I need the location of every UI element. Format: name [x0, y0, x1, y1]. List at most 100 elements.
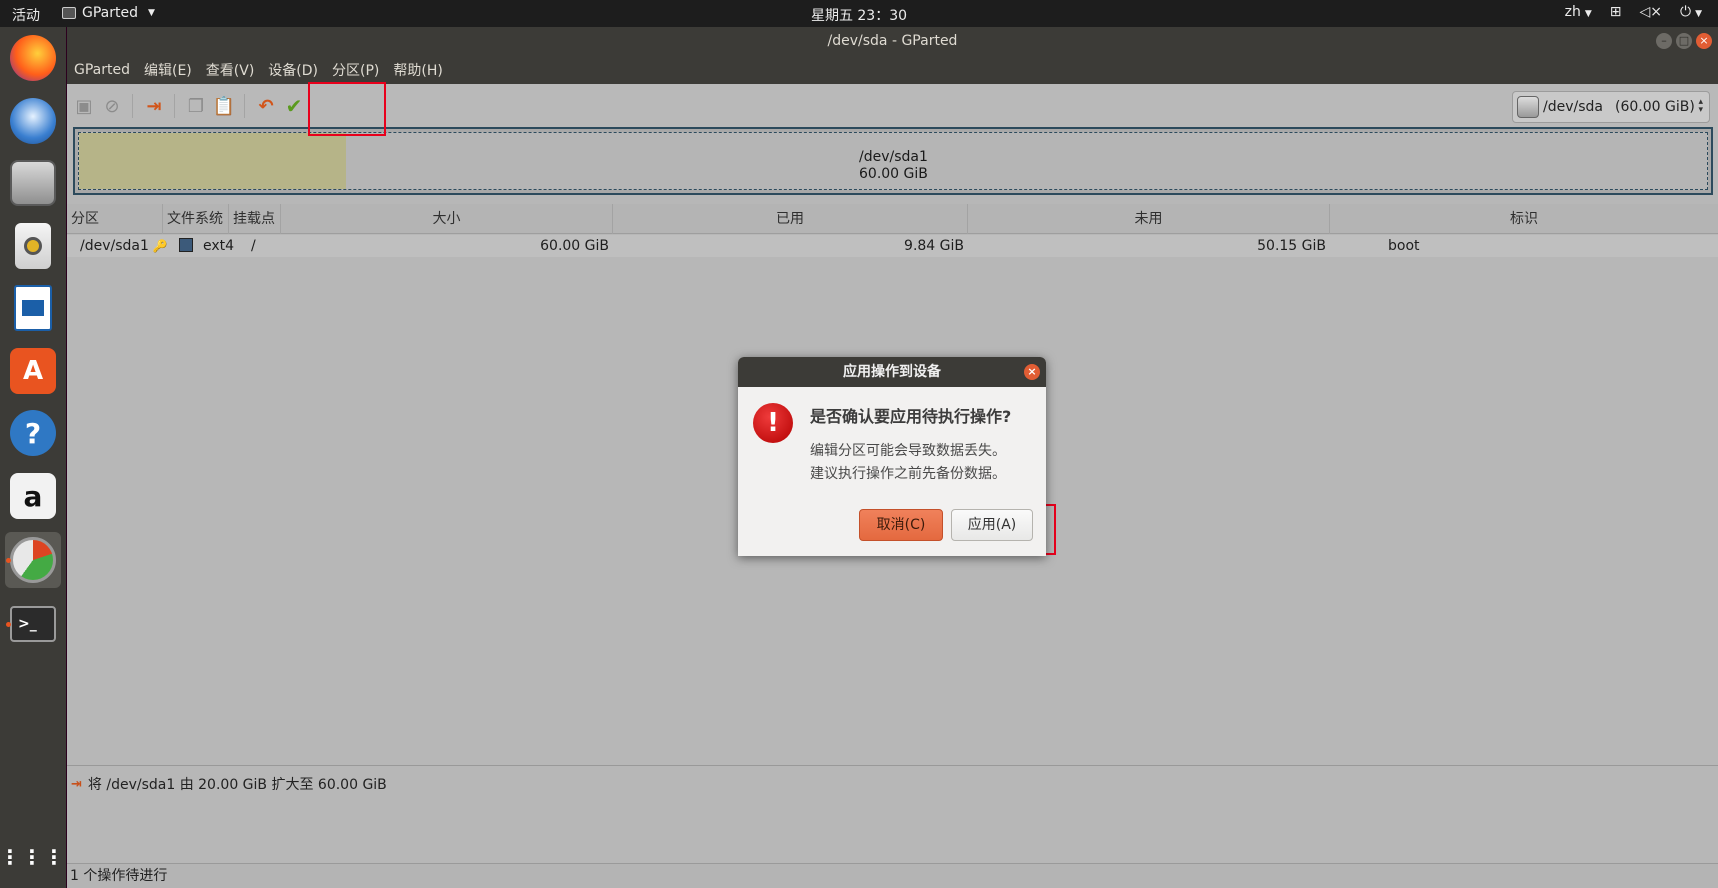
chevron-down-icon: ▼	[1584, 9, 1592, 19]
table-header: 分区 文件系统 挂载点 大小 已用 未用 标识	[67, 204, 1718, 234]
dock-firefox[interactable]	[5, 30, 61, 86]
column-header-size[interactable]: 大小	[281, 204, 613, 234]
network-icon[interactable]: ⊞	[1610, 4, 1622, 20]
running-indicator	[6, 558, 11, 563]
apply-checkmark-icon[interactable]: ✔	[281, 93, 307, 119]
column-header-used[interactable]: 已用	[613, 204, 968, 234]
pending-operation-item[interactable]: ⇥ 将 /dev/sda1 由 20.00 GiB 扩大至 60.00 GiB	[71, 774, 387, 794]
dialog-titlebar[interactable]: 应用操作到设备 ×	[738, 357, 1046, 387]
spinner-arrows-icon: ▴ ▾	[1698, 97, 1703, 115]
menu-view[interactable]: 查看(V)	[206, 60, 255, 80]
column-header-unused[interactable]: 未用	[968, 204, 1330, 234]
column-header-partition[interactable]: 分区	[67, 204, 163, 234]
table-row[interactable]: /dev/sda1 🔑 ext4 / 60.00 GiB 9.84 GiB 50.…	[67, 235, 1718, 257]
dock-gparted[interactable]	[5, 532, 61, 588]
highlight-apply-toolbar	[308, 82, 386, 136]
cell-filesystem: ext4	[175, 235, 241, 257]
menu-device[interactable]: 设备(D)	[268, 60, 318, 80]
chevron-down-icon: ▼	[148, 8, 155, 18]
gparted-app-icon	[62, 7, 76, 19]
partition-block[interactable]: /dev/sda1 60.00 GiB	[78, 132, 1708, 190]
writer-icon	[14, 285, 52, 331]
amazon-icon: a	[10, 473, 56, 519]
dock: A ? a >_ ⋮⋮⋮	[0, 27, 66, 888]
copy-icon[interactable]: ❐	[183, 93, 209, 119]
graph-partition-name: /dev/sda1	[859, 149, 928, 165]
dock-amazon[interactable]: a	[5, 468, 61, 524]
power-icon[interactable]: ⏻ ▼	[1680, 4, 1702, 20]
dock-writer[interactable]	[5, 280, 61, 336]
menu-partition[interactable]: 分区(P)	[332, 60, 379, 80]
apply-button[interactable]: 应用(A)	[951, 509, 1033, 541]
column-header-mountpoint[interactable]: 挂载点	[229, 204, 281, 234]
terminal-icon: >_	[10, 606, 56, 642]
app-menu[interactable]: GParted ▼	[62, 5, 155, 21]
dialog-title: 应用操作到设备	[843, 364, 941, 380]
status-text: 1 个操作待进行	[70, 868, 168, 884]
pending-operation-text: 将 /dev/sda1 由 20.00 GiB 扩大至 60.00 GiB	[87, 777, 387, 793]
used-space-bar	[79, 133, 346, 189]
resize-operation-icon: ⇥	[71, 776, 82, 792]
dialog-message: 编辑分区可能会导致数据丢失。 建议执行操作之前先备份数据。	[810, 440, 1006, 486]
device-size: (60.00 GiB)	[1614, 99, 1695, 115]
new-partition-icon[interactable]: ▣	[71, 93, 97, 119]
minimize-icon[interactable]: –	[1656, 33, 1672, 49]
filesystem-color-swatch	[179, 238, 193, 252]
cell-partition: /dev/sda1 🔑	[76, 235, 176, 257]
device-path: /dev/sda	[1543, 99, 1603, 115]
partition-graph-label: /dev/sda1 60.00 GiB	[859, 149, 928, 183]
files-icon	[10, 160, 56, 206]
language-indicator[interactable]: zh ▼	[1565, 4, 1592, 20]
software-center-icon: A	[10, 348, 56, 394]
system-tray[interactable]: zh ▼ ⊞ ◁× ⏻ ▼	[1565, 4, 1702, 20]
activities-button[interactable]: 活动	[12, 5, 40, 25]
graph-partition-size: 60.00 GiB	[859, 166, 928, 182]
firefox-icon	[10, 35, 56, 81]
menu-help[interactable]: 帮助(H)	[393, 60, 442, 80]
key-icon: 🔑	[152, 239, 168, 253]
cell-flags: boot	[1388, 238, 1420, 254]
app-menu-label: GParted	[82, 5, 138, 21]
menu-bar: GParted 编辑(E) 查看(V) 设备(D) 分区(P) 帮助(H)	[67, 56, 1718, 84]
close-icon[interactable]: ×	[1696, 33, 1712, 49]
resize-move-icon[interactable]: ⇥	[141, 93, 167, 119]
speaker-icon	[15, 223, 51, 269]
dialog-message-line: 编辑分区可能会导致数据丢失。	[810, 443, 1006, 459]
pending-operations-pane: ⇥ 将 /dev/sda1 由 20.00 GiB 扩大至 60.00 GiB	[67, 765, 1718, 863]
column-header-filesystem[interactable]: 文件系统	[163, 204, 229, 234]
dock-software[interactable]: A	[5, 343, 61, 399]
dock-files[interactable]	[5, 155, 61, 211]
menu-gparted[interactable]: GParted	[74, 62, 130, 78]
paste-icon[interactable]: 📋	[211, 93, 237, 119]
maximize-icon[interactable]: □	[1676, 33, 1692, 49]
dock-thunderbird[interactable]	[5, 93, 61, 149]
dialog-message-line: 建议执行操作之前先备份数据。	[810, 466, 1006, 482]
cell-size: 60.00 GiB	[540, 238, 609, 254]
undo-icon[interactable]: ↶	[253, 93, 279, 119]
cell-used: 9.84 GiB	[904, 238, 964, 254]
device-selector[interactable]: /dev/sda (60.00 GiB) ▴ ▾	[1512, 91, 1710, 123]
dock-terminal[interactable]: >_	[5, 596, 61, 652]
gparted-icon	[10, 537, 56, 583]
volume-muted-icon[interactable]: ◁×	[1640, 4, 1663, 20]
menu-edit[interactable]: 编辑(E)	[144, 60, 192, 80]
warning-icon: !	[753, 403, 793, 443]
toolbar-separator	[244, 94, 245, 118]
toolbar-separator	[132, 94, 133, 118]
show-applications-button[interactable]: ⋮⋮⋮	[0, 829, 64, 885]
cancel-button[interactable]: 取消(C)	[859, 509, 943, 541]
window-titlebar[interactable]: /dev/sda - GParted – □ ×	[67, 27, 1718, 56]
top-bar: 活动 GParted ▼ 星期五 23：30 zh ▼ ⊞ ◁× ⏻ ▼	[0, 0, 1718, 27]
clock[interactable]: 星期五 23：30	[811, 8, 907, 24]
close-icon[interactable]: ×	[1024, 364, 1040, 380]
dock-rhythmbox[interactable]	[5, 218, 61, 274]
column-header-flags[interactable]: 标识	[1330, 204, 1718, 234]
dialog-heading: 是否确认要应用待执行操作?	[810, 407, 1012, 426]
status-bar: 1 个操作待进行	[67, 863, 1718, 888]
partition-graph[interactable]: /dev/sda1 60.00 GiB	[73, 127, 1713, 195]
dock-help[interactable]: ?	[5, 405, 61, 461]
window-controls: – □ ×	[1656, 33, 1712, 49]
delete-partition-icon[interactable]: ⊘	[99, 93, 125, 119]
help-icon: ?	[10, 410, 56, 456]
cell-unused: 50.15 GiB	[1257, 238, 1326, 254]
